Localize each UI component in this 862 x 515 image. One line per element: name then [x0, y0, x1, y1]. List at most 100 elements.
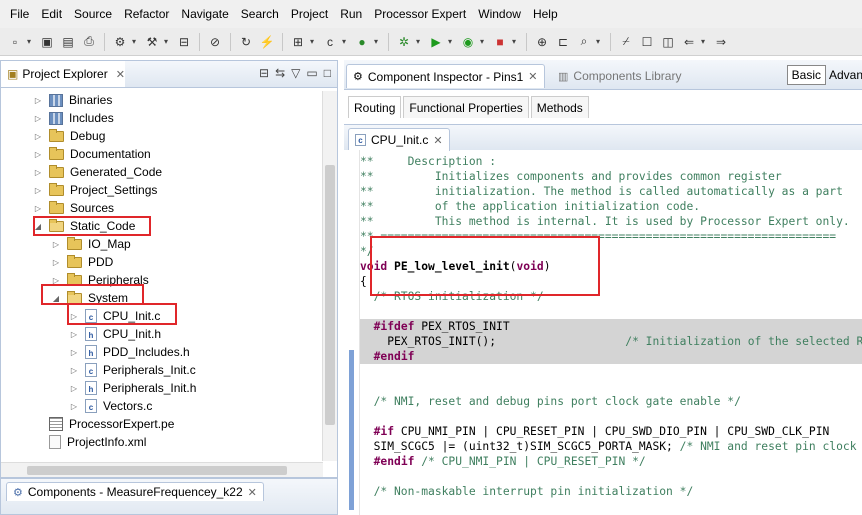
new-class-icon[interactable]: ● [353, 33, 371, 51]
menu-item[interactable]: Search [235, 7, 285, 21]
tree-item[interactable]: ▷ c Peripherals_Init.c [69, 361, 196, 379]
tree-horizontal-scrollbar[interactable] [1, 462, 323, 477]
tree-item[interactable]: ▷ PDD [51, 253, 113, 271]
collapsed-arrow-icon[interactable]: ▷ [33, 132, 43, 141]
menu-item[interactable]: Source [68, 7, 118, 21]
refresh-icon[interactable]: ↻ [237, 33, 255, 51]
run-dropdown-icon[interactable]: ▾ [448, 37, 456, 46]
new-class-dropdown-icon[interactable]: ▾ [374, 37, 382, 46]
scrollbar-thumb[interactable] [27, 466, 287, 475]
debug-icon[interactable]: ✲ [395, 33, 413, 51]
collapsed-arrow-icon[interactable]: ▷ [33, 204, 43, 213]
menu-item[interactable]: Run [334, 7, 368, 21]
subtab-methods[interactable]: Methods [530, 96, 589, 118]
binary-icon[interactable]: ⊟ [175, 33, 193, 51]
stop-icon[interactable]: ■ [491, 33, 509, 51]
menu-item[interactable]: Refactor [118, 7, 175, 21]
basic-button[interactable]: Basic [786, 65, 826, 85]
collapsed-arrow-icon[interactable]: ▷ [33, 186, 43, 195]
menu-item[interactable]: Processor Expert [368, 7, 472, 21]
tree-item[interactable]: ▷ Sources [33, 199, 114, 217]
menu-item[interactable]: Navigate [175, 7, 234, 21]
new-project-icon[interactable]: ⊞ [289, 33, 307, 51]
tree-vertical-scrollbar[interactable] [322, 91, 337, 461]
close-icon[interactable]: ✕ [248, 486, 257, 499]
collapsed-arrow-icon[interactable]: ▷ [69, 348, 79, 357]
collapsed-arrow-icon[interactable]: ▷ [33, 150, 43, 159]
tree-item[interactable]: ▷ Includes [33, 109, 114, 127]
component-inspector-tab[interactable]: ⚙ Component Inspector - Pins1 ✕ [346, 64, 545, 88]
tree-item[interactable]: ▷ Project_Settings [33, 181, 157, 199]
run-icon[interactable]: ▶ [427, 33, 445, 51]
back-dropdown-icon[interactable]: ▾ [701, 37, 709, 46]
new-c-file-dropdown-icon[interactable]: ▾ [342, 37, 350, 46]
new-icon[interactable]: ▫ [6, 33, 24, 51]
collapsed-arrow-icon[interactable]: ▷ [69, 366, 79, 375]
collapsed-arrow-icon[interactable]: ▷ [69, 384, 79, 393]
generate-code-icon[interactable]: ⚡ [258, 33, 276, 51]
build-dropdown-icon[interactable]: ▾ [164, 37, 172, 46]
new-c-file-icon[interactable]: c [321, 33, 339, 51]
project-explorer-tab[interactable]: ▣ Project Explorer ✕ [1, 61, 125, 87]
tree-item[interactable]: ▷ h PDD_Includes.h [69, 343, 190, 361]
menu-item[interactable]: Project [285, 7, 334, 21]
code-editor[interactable]: ** Description : ** Initializes component… [360, 154, 862, 515]
tree-item[interactable]: ProcessorExpert.pe [33, 415, 174, 433]
new-project-dropdown-icon[interactable]: ▾ [310, 37, 318, 46]
open-type-icon[interactable]: ⊕ [533, 33, 551, 51]
collapsed-arrow-icon[interactable]: ▷ [33, 114, 43, 123]
skip-breakpoints-icon[interactable]: ⊘ [206, 33, 224, 51]
editor-tab-cpu-init-c[interactable]: c CPU_Init.c ✕ [348, 128, 450, 151]
menu-item[interactable]: Window [472, 7, 527, 21]
open-folder-icon[interactable]: ⊏ [554, 33, 572, 51]
search-icon[interactable]: ⌕ [575, 33, 593, 51]
collapsed-arrow-icon[interactable]: ▷ [69, 330, 79, 339]
scrollbar-thumb[interactable] [325, 165, 335, 425]
toggle-icon[interactable]: ◫ [659, 33, 677, 51]
collapsed-arrow-icon[interactable]: ▷ [69, 402, 79, 411]
build-icon[interactable]: ⚒ [143, 33, 161, 51]
save-icon[interactable]: ▣ [38, 33, 56, 51]
components-library-tab[interactable]: ▥ Components Library [552, 64, 687, 88]
stop-dropdown-icon[interactable]: ▾ [512, 37, 520, 46]
run-external-dropdown-icon[interactable]: ▾ [480, 37, 488, 46]
save-all-icon[interactable]: ▤ [59, 33, 77, 51]
tree-item[interactable]: ▷ Documentation [33, 145, 151, 163]
menu-item[interactable]: Help [527, 7, 564, 21]
close-icon[interactable]: ✕ [116, 68, 125, 81]
search-dropdown-icon[interactable]: ▾ [596, 37, 604, 46]
collapsed-arrow-icon[interactable]: ▷ [33, 96, 43, 105]
menu-item[interactable]: Edit [35, 7, 68, 21]
tree-item[interactable]: ▷ Generated_Code [33, 163, 162, 181]
collapsed-arrow-icon[interactable]: ▷ [51, 240, 61, 249]
view-menu-icon[interactable]: ▽ [291, 66, 300, 80]
collapse-all-icon[interactable]: ⊟ [259, 66, 269, 80]
close-icon[interactable]: ✕ [528, 70, 537, 83]
tree-item[interactable]: ▷ h Peripherals_Init.h [69, 379, 196, 397]
collapsed-arrow-icon[interactable]: ▷ [51, 258, 61, 267]
run-external-icon[interactable]: ◉ [459, 33, 477, 51]
print-icon[interactable]: ⎙ [80, 33, 98, 51]
tree-item[interactable]: ▷ Debug [33, 127, 105, 145]
collapsed-arrow-icon[interactable]: ▷ [33, 168, 43, 177]
tree-item[interactable]: ▷ h CPU_Init.h [69, 325, 161, 343]
pin-icon[interactable]: ⌿ [617, 33, 635, 51]
debug-dropdown-icon[interactable]: ▾ [416, 37, 424, 46]
subtab-functional-properties[interactable]: Functional Properties [403, 96, 529, 118]
new-dropdown-icon[interactable]: ▾ [27, 37, 35, 46]
advanced-button[interactable]: Advanced [826, 65, 862, 85]
tree-item[interactable]: ▷ c Vectors.c [69, 397, 152, 415]
link-editor-icon[interactable]: ⇆ [275, 66, 285, 80]
maximize-icon[interactable]: □ [324, 66, 331, 80]
forward-icon[interactable]: ⇒ [712, 33, 730, 51]
settings-dropdown-icon[interactable]: ▾ [132, 37, 140, 46]
tree-item[interactable]: ProjectInfo.xml [33, 433, 146, 451]
tree-item[interactable]: ▷ IO_Map [51, 235, 131, 253]
menu-item[interactable]: File [4, 7, 35, 21]
tree-item[interactable]: ▷ Binaries [33, 91, 112, 109]
settings-icon[interactable]: ⚙ [111, 33, 129, 51]
annotation-icon[interactable]: ☐ [638, 33, 656, 51]
close-icon[interactable]: ✕ [433, 134, 442, 147]
subtab-routing[interactable]: Routing [348, 96, 402, 118]
back-icon[interactable]: ⇐ [680, 33, 698, 51]
